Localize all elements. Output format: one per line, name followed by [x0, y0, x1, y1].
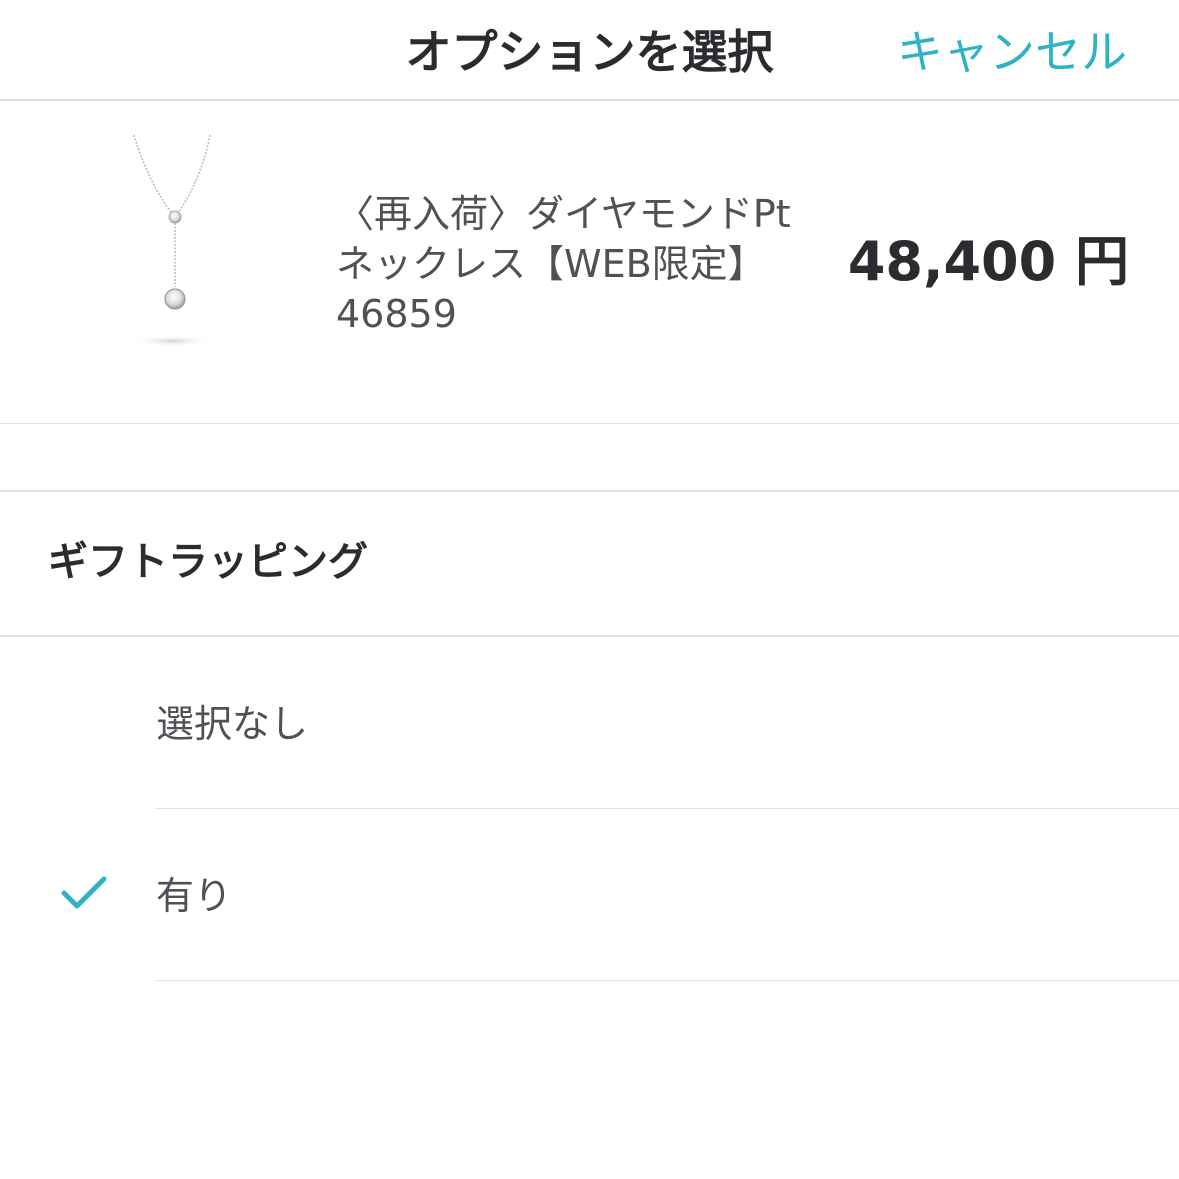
gift-wrapping-section-header: ギフトラッピング — [0, 492, 1179, 637]
option-row-none[interactable]: 選択なし — [0, 637, 1179, 809]
option-label: 有り — [156, 874, 233, 918]
product-code: 46859 — [336, 292, 457, 336]
row-divider — [155, 980, 1179, 981]
nav-header: オプションを選択 キャンセル — [0, 0, 1179, 101]
necklace-image — [130, 134, 214, 347]
product-name-line1: 〈再入荷〉ダイヤモンドPt — [336, 192, 791, 236]
cancel-button[interactable]: キャンセル — [897, 22, 1127, 82]
checkmark-icon — [61, 876, 107, 909]
product-name: 〈再入荷〉ダイヤモンドPt ネックレス【WEB限定】 46859 — [336, 189, 816, 339]
product-price: 48,400 円 — [847, 230, 1129, 293]
section-title: ギフトラッピング — [48, 539, 368, 585]
product-name-line2: ネックレス【WEB限定】 — [336, 242, 766, 286]
option-row-yes[interactable]: 有り — [0, 809, 1179, 981]
product-summary: 〈再入荷〉ダイヤモンドPt ネックレス【WEB限定】 46859 48,400 … — [0, 101, 1179, 424]
section-spacer — [0, 424, 1179, 492]
option-label: 選択なし — [156, 702, 309, 746]
